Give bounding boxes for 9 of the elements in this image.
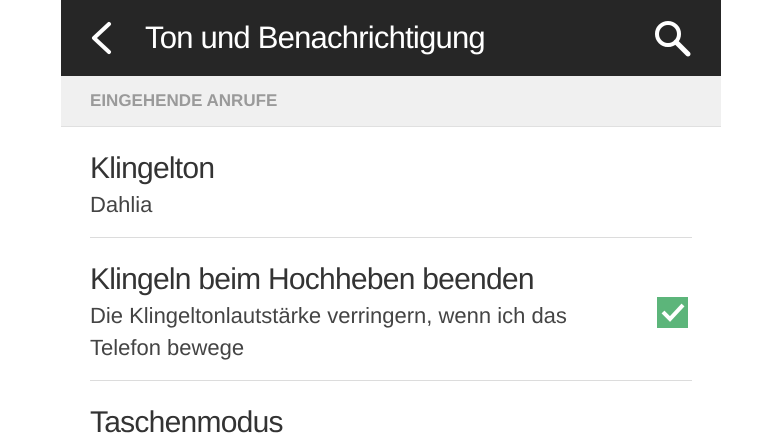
header-title: Ton und Benachrichtigung <box>145 18 486 57</box>
search-icon[interactable] <box>653 19 691 57</box>
setting-description: Die Klingeltonlautstärke verringern, wenn ich das Telefon bewege <box>90 302 568 362</box>
section-title: EINGEHENDE ANRUFE <box>90 90 278 112</box>
setting-title[interactable]: Klingelton <box>90 149 692 189</box>
setting-title[interactable]: Taschenmodus <box>90 403 692 440</box>
setting-title[interactable]: Klingeln beim Hochheben beenden <box>90 260 657 300</box>
checkbox[interactable] <box>657 296 688 328</box>
setting-description: Dahlia <box>90 191 154 219</box>
